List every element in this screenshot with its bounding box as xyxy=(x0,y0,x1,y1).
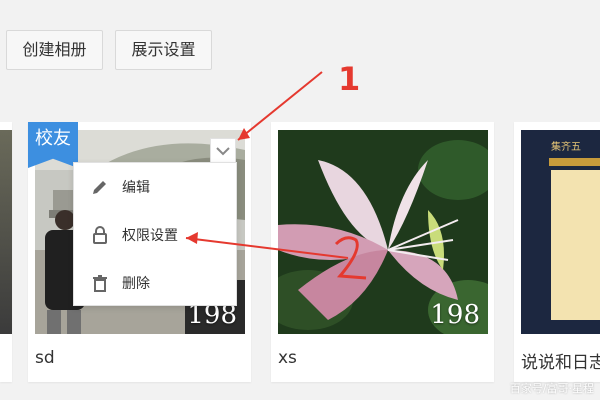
menu-item-delete[interactable]: 删除 xyxy=(74,259,236,307)
trash-icon xyxy=(90,273,110,293)
watermark: 百家号/富哥·星程 xyxy=(509,382,594,395)
menu-item-label: 删除 xyxy=(122,276,150,292)
menu-item-permissions[interactable]: 权限设置 xyxy=(74,211,236,259)
create-album-button[interactable]: 创建相册 xyxy=(6,30,103,70)
album-cover-photo: 198 xyxy=(278,130,488,334)
album-title: sd xyxy=(35,348,55,368)
album-card[interactable]: 198 xs xyxy=(271,122,494,382)
menu-item-label: 编辑 xyxy=(122,180,150,196)
album-cover xyxy=(0,130,12,334)
display-settings-button[interactable]: 展示设置 xyxy=(115,30,212,70)
pencil-icon xyxy=(90,177,110,197)
menu-item-edit[interactable]: 编辑 xyxy=(74,163,236,211)
cover-text: 集齐五 xyxy=(551,142,581,153)
album-cover-photo: 集齐五 xyxy=(521,130,600,334)
album-options-menu: 编辑 权限设置 删除 xyxy=(73,162,237,306)
menu-item-label: 权限设置 xyxy=(122,228,178,244)
annotation-mark-1: 1 xyxy=(338,60,360,98)
album-title: 说说和日志 xyxy=(521,353,600,373)
photo-count: 198 xyxy=(430,300,480,330)
album-options-button[interactable] xyxy=(210,138,236,164)
album-title: xs xyxy=(278,348,297,368)
album-card-partial-left[interactable] xyxy=(0,122,12,382)
lock-icon xyxy=(90,225,110,245)
chevron-down-icon xyxy=(216,147,230,156)
album-card[interactable]: 集齐五 说说和日志 xyxy=(514,122,600,382)
